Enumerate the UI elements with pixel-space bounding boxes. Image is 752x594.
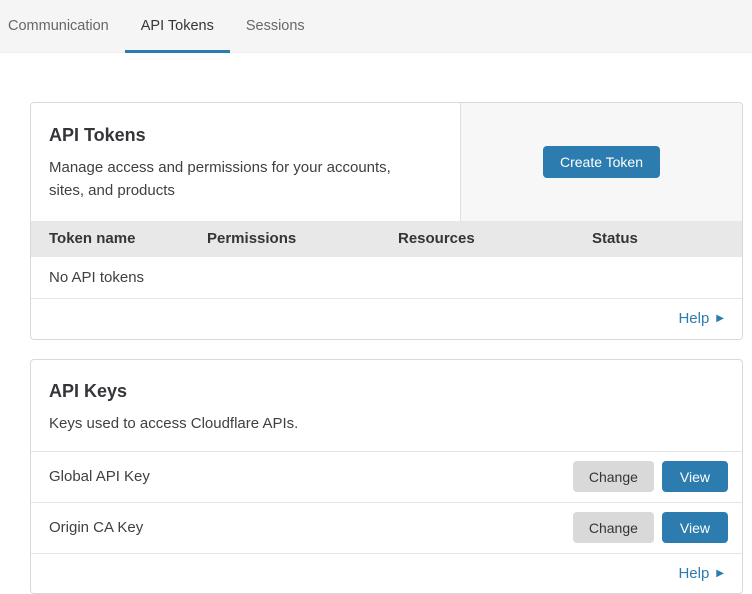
tab-sessions[interactable]: Sessions xyxy=(230,0,321,52)
api-tokens-card-header-text: API Tokens Manage access and permissions… xyxy=(31,103,460,221)
api-tokens-description: Manage access and permissions for your a… xyxy=(49,156,424,203)
api-key-name-global: Global API Key xyxy=(49,468,573,485)
api-key-row-origin-ca: Origin CA Key Change View xyxy=(31,502,742,553)
help-arrow-icon: ▶ xyxy=(716,313,724,324)
api-tokens-help-link[interactable]: Help ▶ xyxy=(678,310,724,327)
api-tokens-card-header-action: Create Token xyxy=(460,103,742,221)
api-key-name-origin-ca: Origin CA Key xyxy=(49,519,573,536)
create-token-button[interactable]: Create Token xyxy=(543,146,660,178)
api-keys-card-footer: Help ▶ xyxy=(31,553,742,593)
view-global-api-key-button[interactable]: View xyxy=(662,461,728,492)
api-keys-help-label: Help xyxy=(678,565,709,582)
api-tokens-card-header: API Tokens Manage access and permissions… xyxy=(31,103,742,221)
tokens-header-permissions: Permissions xyxy=(207,230,398,247)
api-tokens-card-footer: Help ▶ xyxy=(31,299,742,339)
tokens-header-resources: Resources xyxy=(398,230,592,247)
tab-api-tokens[interactable]: API Tokens xyxy=(125,0,230,52)
api-key-row-global: Global API Key Change View xyxy=(31,451,742,502)
tab-sessions-label: Sessions xyxy=(246,18,305,34)
tokens-header-token-name: Token name xyxy=(31,230,207,247)
change-global-api-key-button[interactable]: Change xyxy=(573,461,654,492)
api-keys-help-link[interactable]: Help ▶ xyxy=(678,565,724,582)
tokens-header-status: Status xyxy=(592,230,742,247)
api-tokens-help-label: Help xyxy=(678,310,709,327)
tab-bar: Communication API Tokens Sessions xyxy=(0,0,752,53)
api-keys-description: Keys used to access Cloudflare APIs. xyxy=(49,412,424,435)
api-keys-card: API Keys Keys used to access Cloudflare … xyxy=(30,359,743,594)
tab-api-tokens-label: API Tokens xyxy=(141,18,214,34)
api-keys-title: API Keys xyxy=(49,381,724,402)
tab-communication-label: Communication xyxy=(8,18,109,34)
tokens-table-header-row: Token name Permissions Resources Status xyxy=(31,221,742,257)
help-arrow-icon: ▶ xyxy=(716,568,724,579)
change-origin-ca-key-button[interactable]: Change xyxy=(573,512,654,543)
view-origin-ca-key-button[interactable]: View xyxy=(662,512,728,543)
api-key-actions-global: Change View xyxy=(573,461,728,492)
tokens-empty-row: No API tokens xyxy=(31,257,742,299)
api-key-actions-origin-ca: Change View xyxy=(573,512,728,543)
api-tokens-title: API Tokens xyxy=(49,125,442,146)
tokens-empty-message: No API tokens xyxy=(49,269,144,286)
api-keys-card-header: API Keys Keys used to access Cloudflare … xyxy=(31,360,742,451)
tab-communication[interactable]: Communication xyxy=(8,0,125,52)
api-tokens-card: API Tokens Manage access and permissions… xyxy=(30,102,743,340)
